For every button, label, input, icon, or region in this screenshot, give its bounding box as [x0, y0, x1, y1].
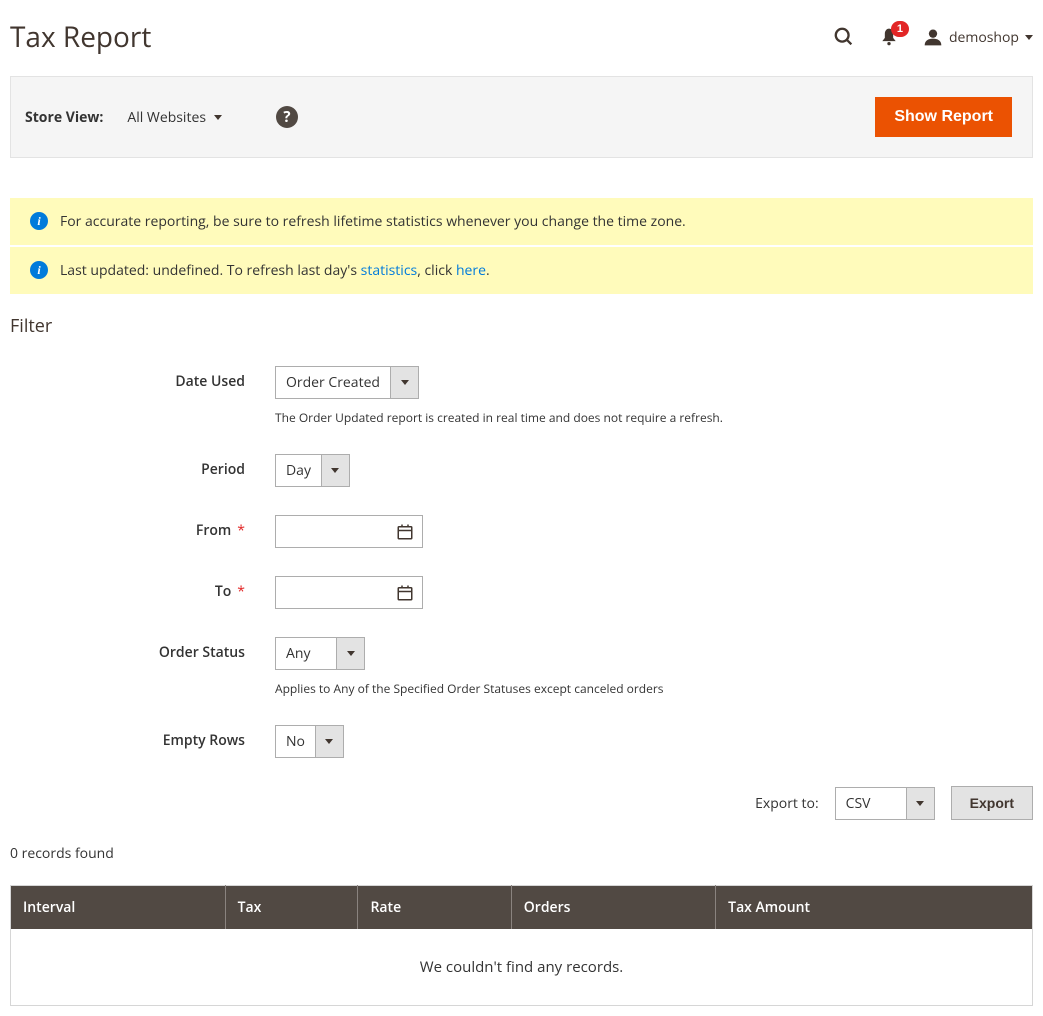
- user-icon: [923, 27, 943, 47]
- refresh-here-link[interactable]: here: [456, 261, 486, 280]
- empty-rows-label: Empty Rows: [10, 725, 275, 750]
- notification-badge: 1: [891, 21, 909, 37]
- empty-text: We couldn't find any records.: [11, 929, 1033, 1006]
- date-used-note: The Order Updated report is created in r…: [275, 409, 1033, 426]
- search-button[interactable]: [833, 26, 855, 48]
- search-icon: [833, 26, 855, 48]
- chevron-down-icon: [390, 367, 418, 398]
- order-status-note: Applies to Any of the Specified Order St…: [275, 680, 1033, 697]
- select-value: Any: [276, 638, 336, 669]
- message-text: Last updated: undefined. To refresh last…: [60, 261, 361, 280]
- page-title: Tax Report: [10, 18, 151, 56]
- period-label: Period: [10, 454, 275, 479]
- help-icon[interactable]: ?: [276, 106, 298, 128]
- col-tax: Tax: [225, 886, 358, 930]
- records-found-text: 0 records found: [10, 844, 1033, 863]
- message-text: , click: [417, 261, 456, 280]
- date-used-select[interactable]: Order Created: [275, 366, 419, 399]
- export-format-select[interactable]: CSV: [835, 787, 935, 820]
- order-status-select[interactable]: Any: [275, 637, 365, 670]
- store-view-value: All Websites: [127, 108, 206, 127]
- chevron-down-icon: [214, 115, 222, 120]
- select-value: Order Created: [276, 367, 390, 398]
- chevron-down-icon: [315, 726, 343, 757]
- to-label: To: [215, 582, 231, 601]
- col-orders: Orders: [511, 886, 715, 930]
- statistics-link[interactable]: statistics: [361, 261, 418, 280]
- date-used-label: Date Used: [10, 366, 275, 391]
- required-asterisk: *: [237, 521, 245, 540]
- show-report-button[interactable]: Show Report: [875, 97, 1012, 137]
- required-asterisk: *: [237, 582, 245, 601]
- store-view-label: Store View:: [25, 108, 103, 127]
- username-label: demoshop: [949, 28, 1019, 47]
- period-select[interactable]: Day: [275, 454, 350, 487]
- filter-heading: Filter: [10, 314, 1033, 338]
- calendar-icon[interactable]: [388, 584, 422, 602]
- notifications-button[interactable]: 1: [879, 27, 899, 47]
- page-toolbar: Store View: All Websites ? Show Report: [10, 76, 1033, 158]
- select-value: CSV: [836, 788, 906, 819]
- info-message: i Last updated: undefined. To refresh la…: [10, 247, 1033, 294]
- chevron-down-icon: [1025, 35, 1033, 40]
- export-button[interactable]: Export: [951, 786, 1033, 820]
- message-text: For accurate reporting, be sure to refre…: [60, 212, 686, 231]
- info-icon: i: [30, 212, 48, 230]
- from-date-input[interactable]: [276, 518, 388, 546]
- empty-rows-select[interactable]: No: [275, 725, 344, 758]
- col-tax-amount: Tax Amount: [716, 886, 1033, 930]
- select-value: No: [276, 726, 315, 757]
- col-rate: Rate: [358, 886, 511, 930]
- info-icon: i: [30, 261, 48, 279]
- user-menu[interactable]: demoshop: [923, 27, 1033, 47]
- chevron-down-icon: [906, 788, 934, 819]
- select-value: Day: [276, 455, 321, 486]
- to-date-input[interactable]: [276, 579, 388, 607]
- report-table: Interval Tax Rate Orders Tax Amount We c…: [10, 885, 1033, 1006]
- chevron-down-icon: [336, 638, 364, 669]
- calendar-icon[interactable]: [388, 523, 422, 541]
- export-to-label: Export to:: [755, 794, 819, 813]
- message-text: .: [486, 261, 490, 280]
- info-message: i For accurate reporting, be sure to ref…: [10, 198, 1033, 245]
- col-interval: Interval: [11, 886, 226, 930]
- empty-row: We couldn't find any records.: [11, 929, 1033, 1006]
- chevron-down-icon: [321, 455, 349, 486]
- order-status-label: Order Status: [10, 637, 275, 662]
- from-label: From: [196, 521, 231, 540]
- store-view-selector[interactable]: All Websites: [127, 108, 222, 127]
